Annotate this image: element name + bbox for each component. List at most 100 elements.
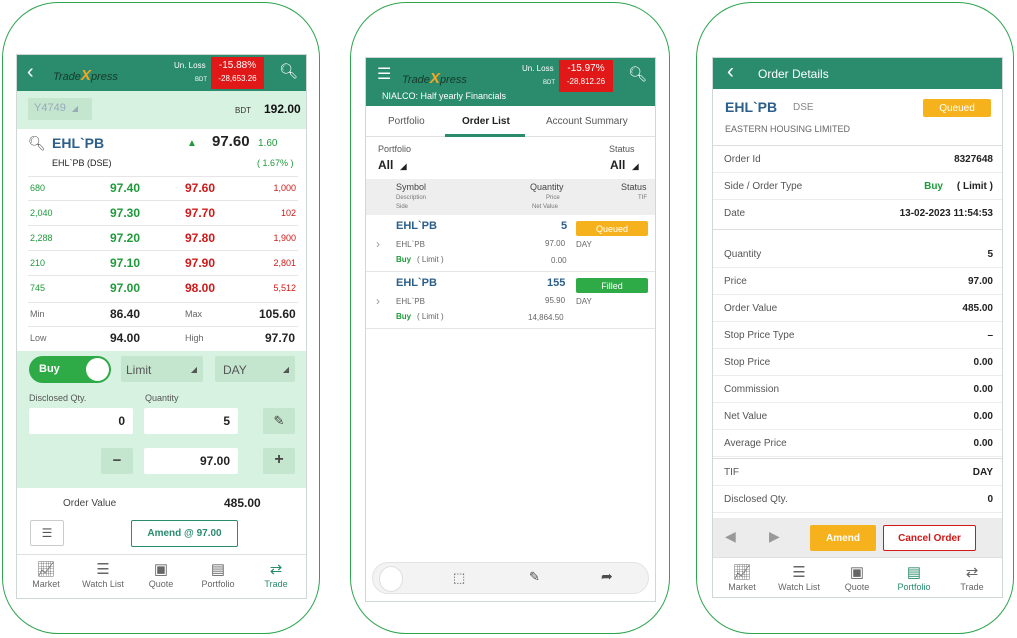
decrement-button[interactable]: − bbox=[101, 448, 133, 474]
order-type: ( Limit ) bbox=[956, 181, 993, 192]
quote-icon: ▣ bbox=[153, 561, 169, 578]
page-title: Order Details bbox=[758, 67, 829, 81]
status-badge-queued: Queued bbox=[576, 221, 648, 236]
tab-account-summary[interactable]: Account Summary bbox=[546, 116, 628, 127]
ask-price: 97.60 bbox=[185, 181, 216, 195]
tif-select[interactable]: DAY ◢ bbox=[215, 356, 295, 382]
prev-arrow-icon[interactable]: ◀ bbox=[725, 528, 736, 545]
market-chart-icon: 📈︎ bbox=[36, 561, 56, 578]
cancel-order-button[interactable]: Cancel Order bbox=[883, 525, 976, 551]
thumbnail-icon[interactable] bbox=[379, 566, 403, 592]
detail-value: 97.00 bbox=[967, 276, 993, 287]
nav-trade[interactable]: ⇄ Trade bbox=[944, 564, 1000, 592]
back-icon[interactable]: ‹ bbox=[27, 61, 34, 84]
edit-icon[interactable]: ✎ bbox=[529, 569, 540, 585]
portfolio-filter[interactable]: All ◢ bbox=[378, 158, 418, 174]
nav-watch-list[interactable]: ☰ Watch List bbox=[75, 561, 131, 589]
amend-button[interactable]: Amend @ 97.00 bbox=[131, 520, 238, 547]
price-input[interactable]: 97.00 bbox=[144, 448, 238, 474]
scan-icon[interactable]: ⬚ bbox=[453, 570, 465, 586]
detail-label: Price bbox=[724, 276, 747, 287]
price-change: 1.60 bbox=[258, 138, 278, 149]
low-value: 94.00 bbox=[110, 331, 141, 345]
unloss-percent: -15.88% bbox=[218, 60, 257, 71]
dropdown-arrow-icon: ◢ bbox=[400, 162, 407, 171]
depth-row[interactable]: 680 97.40 97.60 1,000 bbox=[17, 176, 306, 201]
order-symbol: EHL`PB bbox=[396, 220, 437, 232]
increment-button[interactable]: + bbox=[263, 448, 295, 474]
portfolio-filter-label: Portfolio bbox=[378, 144, 412, 154]
edit-pencil-icon[interactable]: ✎ bbox=[263, 408, 295, 434]
detail-label: Order Value bbox=[724, 303, 778, 314]
order-description: EHL`PB bbox=[396, 240, 425, 249]
unloss-label: Un. Loss bbox=[522, 64, 554, 73]
nav-market[interactable]: 📈︎ Market bbox=[18, 561, 74, 589]
bid-qty: 680 bbox=[30, 183, 46, 193]
order-list-screen: ☰ TradeXpress Un. Loss BDT -15.97% -28,8… bbox=[365, 57, 656, 602]
active-tab-indicator bbox=[445, 134, 525, 137]
tab-portfolio[interactable]: Portfolio bbox=[388, 116, 425, 127]
depth-row[interactable]: 210 97.10 97.90 2,801 bbox=[17, 251, 306, 276]
market-chart-icon: 📈︎ bbox=[732, 564, 752, 581]
buy-sell-toggle[interactable]: Buy bbox=[29, 356, 111, 383]
symbol-search-icon[interactable]: 🔍︎ bbox=[28, 135, 46, 152]
depth-row[interactable]: 2,288 97.20 97.80 1,900 bbox=[17, 226, 306, 251]
ask-qty: 2,801 bbox=[273, 258, 296, 268]
amend-button[interactable]: Amend bbox=[810, 525, 876, 551]
ask-price: 97.90 bbox=[185, 256, 216, 270]
news-ticker[interactable]: NIALCO: Half yearly Financials bbox=[382, 91, 506, 101]
order-type-select[interactable]: Limit ◢ bbox=[121, 356, 203, 382]
detail-value: 485.00 bbox=[962, 303, 993, 314]
ask-qty: 102 bbox=[280, 208, 296, 218]
bottom-nav: 📈︎ Market ☰ Watch List ▣ Quote ▤ Portfolio ⇄… bbox=[17, 554, 306, 598]
order-price: 97.00 bbox=[545, 239, 566, 248]
min-value: 86.40 bbox=[110, 307, 141, 321]
detail-row: Quantity 5 bbox=[713, 241, 1002, 268]
symbol-name[interactable]: EHL`PB bbox=[52, 135, 104, 151]
status-filter[interactable]: All ◢ bbox=[610, 158, 650, 174]
nav-portfolio[interactable]: ▤ Portfolio bbox=[886, 564, 942, 592]
unloss-percent: -15.97% bbox=[567, 63, 605, 74]
account-select[interactable]: Y4749 ◢ bbox=[28, 98, 92, 120]
order-row[interactable]: EHL`PB › EHL`PB Buy ( Limit ) 5 97.00 0.… bbox=[366, 215, 655, 272]
order-side: Buy bbox=[924, 181, 943, 192]
share-icon[interactable]: ➦ bbox=[601, 568, 613, 585]
nav-quote[interactable]: ▣ Quote bbox=[133, 561, 189, 589]
detail-row: Order Value 485.00 bbox=[713, 295, 1002, 322]
nav-trade[interactable]: ⇄ Trade bbox=[248, 561, 304, 589]
header-tif: TIF bbox=[638, 195, 647, 201]
order-row[interactable]: EHL`PB › EHL`PB Buy ( Limit ) 155 95.90 … bbox=[366, 272, 655, 329]
watch-list-icon: ☰ bbox=[96, 561, 110, 578]
detail-label: Side / Order Type bbox=[724, 181, 803, 192]
search-icon[interactable]: 🔍︎ bbox=[628, 65, 647, 83]
nav-watch-list[interactable]: ☰ Watch List bbox=[771, 564, 827, 592]
quantity-input[interactable]: 5 bbox=[144, 408, 238, 434]
nav-portfolio[interactable]: ▤ Portfolio bbox=[190, 561, 246, 589]
bid-price: 97.30 bbox=[110, 206, 141, 220]
detail-label: TIF bbox=[724, 467, 739, 478]
depth-row[interactable]: 2,040 97.30 97.70 102 bbox=[17, 201, 306, 226]
status-badge-filled: Filled bbox=[576, 278, 648, 293]
disclosed-qty-input[interactable]: 0 bbox=[29, 408, 133, 434]
detail-row: Disclosed Qty. 0 bbox=[713, 486, 1002, 513]
nav-market[interactable]: 📈︎ Market bbox=[714, 564, 770, 592]
tab-order-list[interactable]: Order List bbox=[462, 116, 510, 127]
bid-price: 97.20 bbox=[110, 231, 141, 245]
list-icon[interactable]: ☰ bbox=[30, 520, 64, 546]
app-header: ☰ TradeXpress Un. Loss BDT -15.97% -28,8… bbox=[366, 58, 655, 106]
detail-label: Quantity bbox=[724, 249, 762, 260]
detail-label: Stop Price Type bbox=[724, 330, 795, 341]
menu-icon[interactable]: ☰ bbox=[377, 64, 391, 84]
order-quantity: 155 bbox=[547, 277, 566, 289]
search-icon[interactable]: 🔍︎ bbox=[279, 62, 298, 80]
next-arrow-icon[interactable]: ▶ bbox=[769, 528, 780, 545]
bid-price: 97.10 bbox=[110, 256, 141, 270]
briefcase-icon: ▤ bbox=[906, 564, 922, 581]
unloss-amount: -28,653.26 bbox=[218, 74, 257, 83]
header-side: Side bbox=[396, 204, 409, 210]
max-value: 105.60 bbox=[259, 307, 296, 321]
order-type: ( Limit ) bbox=[417, 312, 444, 321]
back-icon[interactable]: ‹ bbox=[727, 60, 734, 84]
nav-quote[interactable]: ▣ Quote bbox=[829, 564, 885, 592]
depth-row[interactable]: 745 97.00 98.00 5,512 bbox=[17, 276, 306, 301]
